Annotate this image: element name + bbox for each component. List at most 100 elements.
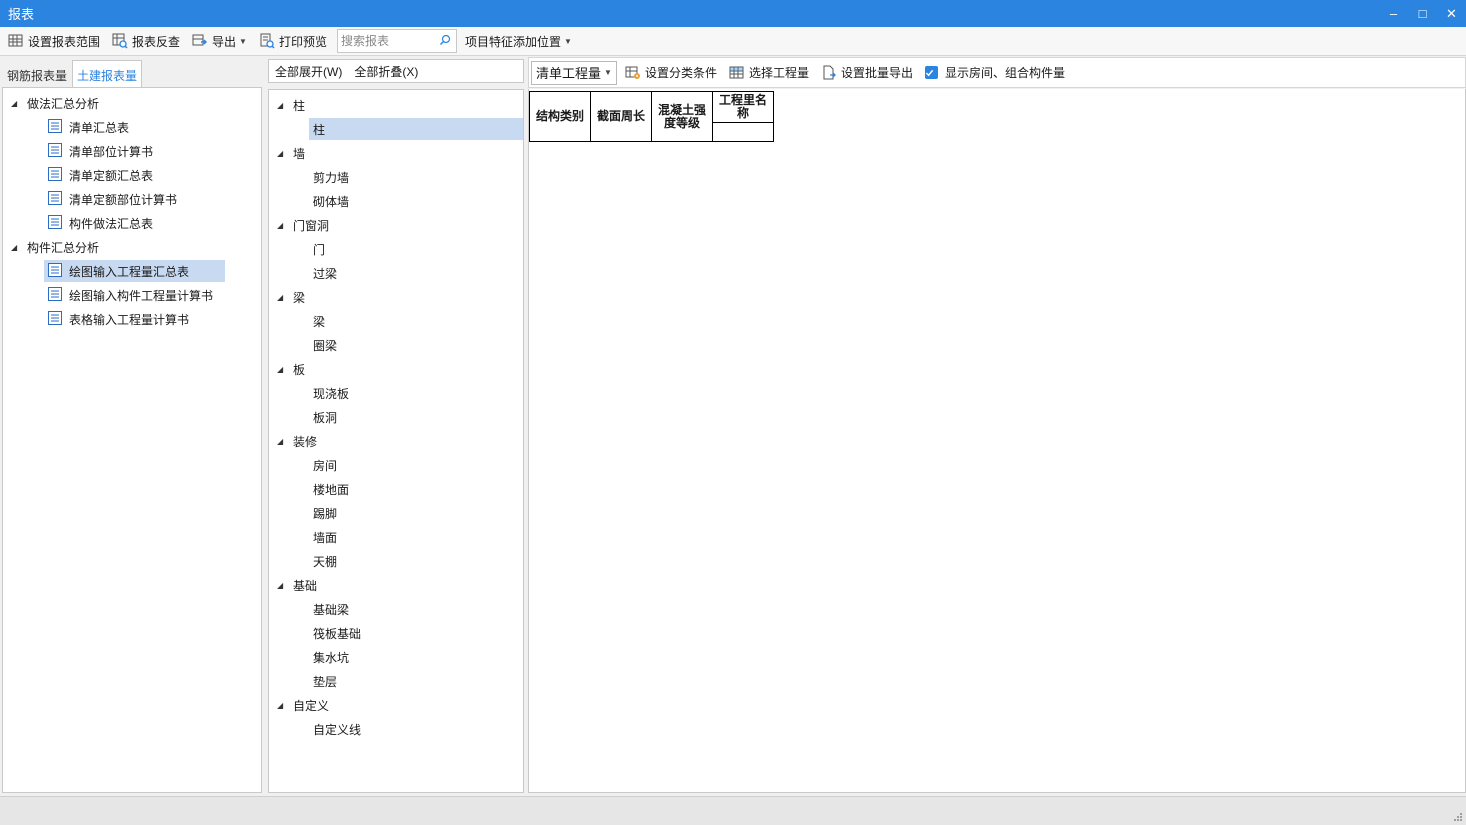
component-item-label: 砌体墙 <box>313 194 350 209</box>
component-item[interactable]: 墙面 <box>313 526 337 548</box>
collapse-arrow-icon[interactable]: ◢ <box>277 293 287 302</box>
report-item[interactable]: 绘图输入构件工程量计算书 <box>44 284 249 306</box>
print-preview-button[interactable]: 打印预览 <box>255 30 331 52</box>
report-item-label: 构件做法汇总表 <box>69 216 154 231</box>
component-item[interactable]: 垫层 <box>313 670 337 692</box>
collapse-arrow-icon[interactable]: ◢ <box>277 365 287 374</box>
component-group[interactable]: ◢ 门窗洞 <box>277 214 329 236</box>
report-search-input[interactable] <box>337 31 436 51</box>
close-button[interactable]: ✕ <box>1437 0 1466 27</box>
collapse-arrow-icon[interactable]: ◢ <box>11 99 21 108</box>
tree-group-method-summary[interactable]: ◢ 做法汇总分析 <box>11 92 99 114</box>
component-item[interactable]: 柱 <box>309 118 523 140</box>
component-item[interactable]: 圈梁 <box>313 334 337 356</box>
component-item-label: 墙面 <box>313 530 338 545</box>
collapse-arrow-icon[interactable]: ◢ <box>277 101 287 110</box>
component-item[interactable]: 自定义线 <box>313 718 361 740</box>
batch-export-icon <box>823 65 836 79</box>
report-item[interactable]: 绘图输入工程量汇总表 <box>44 260 226 282</box>
collapse-arrow-icon[interactable]: ◢ <box>11 243 21 252</box>
minimize-button[interactable]: – <box>1379 0 1408 27</box>
collapse-arrow-icon[interactable]: ◢ <box>277 149 287 158</box>
component-group[interactable]: ◢ 自定义 <box>277 694 329 716</box>
component-group[interactable]: ◢ 梁 <box>277 286 305 308</box>
table-header-cell: 结构类别 <box>529 91 591 142</box>
show-room-checkbox[interactable]: 显示房间、组合构件量 <box>921 62 1069 84</box>
report-item[interactable]: 表格输入工程量计算书 <box>44 308 225 330</box>
component-item[interactable]: 梁 <box>313 310 325 332</box>
component-item[interactable]: 砌体墙 <box>313 190 349 212</box>
report-item[interactable]: 清单部位计算书 <box>44 140 189 162</box>
tab-civil-report[interactable]: 土建报表量 <box>72 60 143 89</box>
show-room-label: 显示房间、组合构件量 <box>944 66 1065 80</box>
report-item-label: 清单定额汇总表 <box>69 168 154 183</box>
component-item[interactable]: 门 <box>313 238 325 260</box>
report-item[interactable]: 清单定额汇总表 <box>44 164 189 186</box>
tree-group-component-summary[interactable]: ◢ 构件汇总分析 <box>11 236 99 258</box>
collapse-arrow-icon[interactable]: ◢ <box>277 581 287 590</box>
export-dropdown-button[interactable]: 导出 ▼ <box>188 30 251 52</box>
component-item-label: 垫层 <box>313 674 338 689</box>
component-group-label: 门窗洞 <box>293 218 330 233</box>
component-group[interactable]: ◢ 墙 <box>277 142 305 164</box>
report-item[interactable]: 清单汇总表 <box>44 116 165 138</box>
quantity-type-value: 清单工程量 <box>536 66 602 81</box>
collapse-arrow-icon[interactable]: ◢ <box>277 437 287 446</box>
collapse-arrow-icon[interactable]: ◢ <box>277 701 287 710</box>
component-item-label: 过梁 <box>313 266 338 281</box>
resize-grip-icon[interactable] <box>1453 812 1463 822</box>
table-settings-icon <box>8 34 23 47</box>
report-icon <box>47 286 63 305</box>
table-search-icon <box>112 33 128 49</box>
component-item-label: 柱 <box>313 122 326 137</box>
component-group[interactable]: ◢ 基础 <box>277 574 317 596</box>
classify-settings-icon <box>625 66 640 79</box>
component-tree-panel: ◢ 柱柱 ◢ 墙剪力墙 砌体墙 ◢ 门窗洞门过梁 ◢ 梁梁圈梁 ◢ 板现浇板 板洞 ◢ 装修 房间 楼地面 踢脚… <box>268 89 524 793</box>
report-icon <box>47 262 63 281</box>
feature-position-label: 项目特征添加位置 <box>464 34 561 49</box>
component-group-label: 自定义 <box>293 698 330 713</box>
report-icon <box>47 214 63 233</box>
component-item[interactable]: 踢脚 <box>313 502 337 524</box>
component-item[interactable]: 现浇板 <box>313 382 349 404</box>
expand-all-button[interactable]: 全部展开(W) <box>269 63 348 80</box>
feature-position-dropdown[interactable]: 项目特征添加位置 ▼ <box>461 30 576 52</box>
component-item[interactable]: 剪力墙 <box>313 166 349 188</box>
component-item[interactable]: 基础梁 <box>313 598 349 620</box>
component-item[interactable]: 过梁 <box>313 262 337 284</box>
collapse-arrow-icon[interactable]: ◢ <box>277 221 287 230</box>
component-group-label: 板 <box>293 362 306 377</box>
component-group[interactable]: ◢ 柱 <box>277 94 305 116</box>
report-item-label: 清单汇总表 <box>69 120 130 135</box>
component-item[interactable]: 房间 <box>313 454 337 476</box>
select-quantity-label: 选择工程量 <box>748 66 809 80</box>
select-quantity-button[interactable]: 选择工程量 <box>725 62 813 84</box>
maximize-button[interactable]: □ <box>1408 0 1437 27</box>
tab-rebar-report[interactable]: 钢筋报表量 <box>2 62 72 88</box>
set-classify-button[interactable]: 设置分类条件 <box>621 62 721 84</box>
report-item-label: 绘图输入构件工程量计算书 <box>69 288 214 303</box>
component-item[interactable]: 集水坑 <box>313 646 349 668</box>
quantity-type-select[interactable]: 清单工程量 ▼ <box>531 60 617 85</box>
report-item[interactable]: 清单定额部位计算书 <box>44 188 213 210</box>
report-item[interactable]: 构件做法汇总表 <box>44 212 189 234</box>
report-tree-panel: ◢ 做法汇总分析清单汇总表清单部位计算书清单定额汇总表清单定额部位计算书构件做法汇… <box>2 87 262 793</box>
search-icon[interactable] <box>439 34 451 46</box>
component-item-label: 筏板基础 <box>313 626 362 641</box>
component-group[interactable]: ◢ 装修 <box>277 430 317 452</box>
component-item-label: 天棚 <box>313 554 338 569</box>
report-options-toolbar: 清单工程量 ▼ 设置分类条件 选择工程量 设置批量导出 显示房间、组合构件量 <box>528 57 1466 88</box>
component-item[interactable]: 楼地面 <box>313 478 349 500</box>
status-bar <box>0 796 1466 825</box>
component-group[interactable]: ◢ 板 <box>277 358 305 380</box>
collapse-all-button[interactable]: 全部折叠(X) <box>348 63 424 80</box>
component-item[interactable]: 板洞 <box>313 406 337 428</box>
export-label: 导出 <box>212 34 237 49</box>
batch-export-button[interactable]: 设置批量导出 <box>817 62 917 84</box>
set-report-range-button[interactable]: 设置报表范围 <box>4 30 104 52</box>
report-reverse-check-button[interactable]: 报表反查 <box>108 30 184 52</box>
component-item[interactable]: 天棚 <box>313 550 337 572</box>
component-item[interactable]: 筏板基础 <box>313 622 361 644</box>
chevron-down-icon: ▼ <box>604 68 612 77</box>
report-search-box <box>336 29 457 53</box>
